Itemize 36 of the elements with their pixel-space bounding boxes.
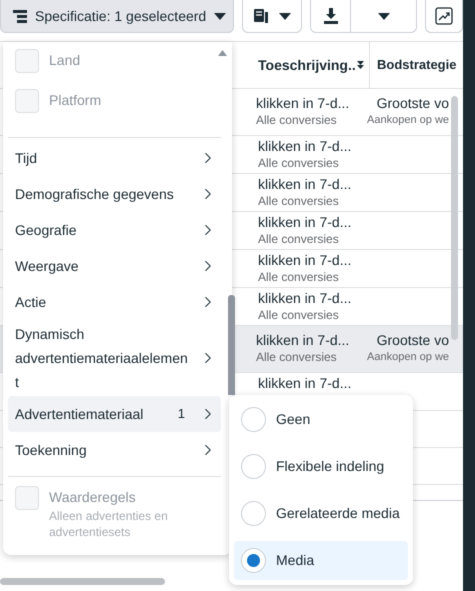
menu-item-label: Tijd [15,149,38,168]
cell-subtext: Aankopen op we [367,350,449,365]
table-cell-text: klikken in 7-d... [258,175,352,193]
menu-item-description: Alleen advertenties en advertentiesets [49,508,169,540]
cell-subtext: Alle conversies [258,155,340,171]
cell-subtext: Alle conversies [256,349,338,365]
table-cell-text: klikken in 7-d... [258,289,352,307]
menu-item-label: Toekenning [15,441,88,460]
table-cell-text: klikken in 7-d... [258,213,352,231]
cell-subtext: Alle conversies [256,112,338,128]
cell-subtext: Alle conversies [258,307,340,323]
menu-item-label: Land [49,51,80,70]
cell-subtext: Alle conversies [258,193,340,209]
table-cell: Grootste vo [376,331,449,349]
menu-item-label: Advertentiemateriaal [15,405,144,424]
table-cell-text: klikken in 7-d... [256,331,350,349]
table-cell-text: klikken in 7-d... [258,374,352,392]
table-cell: Grootste vo [376,94,449,112]
option-label: Geen [276,410,310,429]
count-label: 1 [178,405,185,424]
menu-item-label: Platform [49,91,102,110]
menu-item-label: Actie [15,293,48,312]
menu-item-label: Waarderegels [49,488,137,507]
menu-item-label: Weergave [15,257,80,276]
menu-item-label: Geografie [15,221,78,240]
table-cell-text: klikken in 7-d... [258,137,352,155]
option-label: Gerelateerde media [276,504,400,523]
table-cell-text: klikken in 7-d... [256,94,350,112]
menu-item-label: Dynamisch advertentiemateriaalelement [15,325,189,392]
cell-subtext: Aankopen op we [367,113,449,128]
cell-subtext: Alle conversies [258,231,340,247]
option-label: Media [276,551,314,570]
option-label: Flexibele indeling [276,457,384,476]
menu-item-label: Demografische gegevens [15,185,175,204]
cell-subtext: Alle conversies [258,269,340,285]
table-cell-text: klikken in 7-d... [258,251,352,269]
